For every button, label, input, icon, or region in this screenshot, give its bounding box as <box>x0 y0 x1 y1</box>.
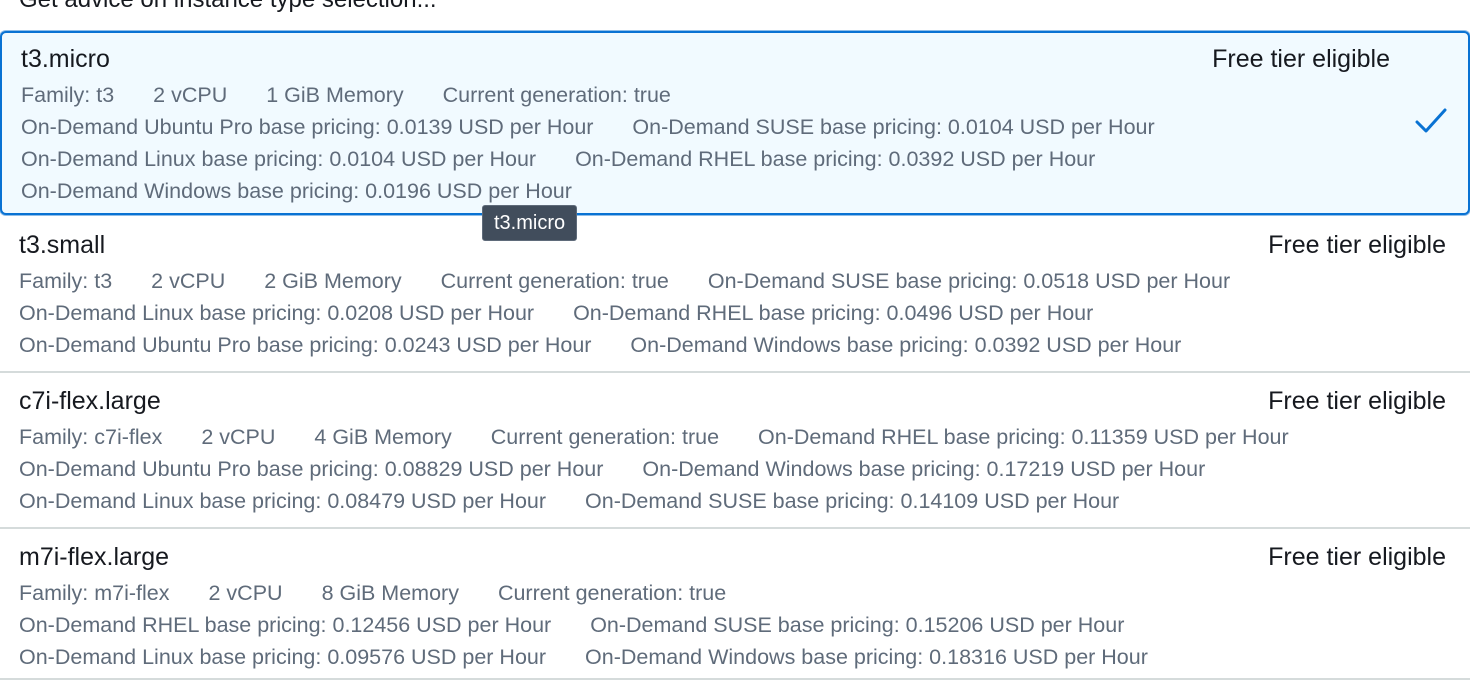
instance-option-tags: On-Demand Linux base pricing: 0.0208 USD… <box>19 301 1093 326</box>
tag-pricing: On-Demand Windows base pricing: 0.18316 … <box>585 645 1148 669</box>
instance-option-tags: On-Demand RHEL base pricing: 0.12456 USD… <box>19 613 1124 638</box>
tag-vcpu: 2 vCPU <box>201 425 276 449</box>
check-icon <box>1415 108 1447 133</box>
instance-option-t3-micro[interactable]: t3.micro Free tier eligible Family: t3 2… <box>0 31 1470 215</box>
tag-pricing: On-Demand SUSE base pricing: 0.0104 USD … <box>632 115 1155 139</box>
tag-pricing: On-Demand Linux base pricing: 0.09576 US… <box>19 645 547 669</box>
instance-option-tags: On-Demand Linux base pricing: 0.08479 US… <box>19 489 1119 514</box>
tag-pricing: On-Demand Windows base pricing: 0.0196 U… <box>21 179 572 203</box>
tag-vcpu: 2 vCPU <box>153 83 228 107</box>
instance-option-tags: On-Demand Ubuntu Pro base pricing: 0.013… <box>21 115 1155 140</box>
instance-option-t3-small[interactable]: t3.small Free tier eligible Family: t3 2… <box>0 217 1470 373</box>
tag-pricing: On-Demand Ubuntu Pro base pricing: 0.013… <box>21 115 594 139</box>
tag-memory: 2 GiB Memory <box>264 269 402 293</box>
tag-pricing: On-Demand Windows base pricing: 0.17219 … <box>642 457 1206 481</box>
tag-vcpu: 2 vCPU <box>208 581 283 605</box>
instance-option-name: m7i-flex.large <box>19 543 170 571</box>
tag-generation: Current generation: true <box>440 269 669 293</box>
tag-pricing: On-Demand RHEL base pricing: 0.0392 USD … <box>575 147 1096 171</box>
tag-family: Family: c7i-flex <box>19 425 163 449</box>
tag-pricing: On-Demand Windows base pricing: 0.0392 U… <box>630 333 1182 357</box>
instance-option-tags: On-Demand Linux base pricing: 0.09576 US… <box>19 645 1148 670</box>
tag-pricing: On-Demand Linux base pricing: 0.0208 USD… <box>19 301 535 325</box>
tag-memory: 8 GiB Memory <box>321 581 459 605</box>
instance-option-tags: On-Demand Ubuntu Pro base pricing: 0.088… <box>19 457 1205 482</box>
free-tier-badge: Free tier eligible <box>1268 543 1446 571</box>
instance-option-tags: Family: t3 2 vCPU 2 GiB Memory Current g… <box>19 269 1230 294</box>
tag-pricing: On-Demand Ubuntu Pro base pricing: 0.088… <box>19 457 604 481</box>
instance-option-name: t3.micro <box>21 45 110 73</box>
tag-memory: 1 GiB Memory <box>266 83 404 107</box>
tag-pricing: On-Demand RHEL base pricing: 0.11359 USD… <box>758 425 1289 449</box>
tag-pricing: On-Demand RHEL base pricing: 0.0496 USD … <box>573 301 1094 325</box>
tag-family: Family: t3 <box>21 83 115 107</box>
instance-name-tooltip: t3.micro <box>482 205 578 241</box>
tag-family: Family: m7i-flex <box>19 581 170 605</box>
instance-option-name: t3.small <box>19 231 106 259</box>
instance-option-name: c7i-flex.large <box>19 387 161 415</box>
tag-pricing: On-Demand SUSE base pricing: 0.15206 USD… <box>590 613 1125 637</box>
instance-option-tags: Family: c7i-flex 2 vCPU 4 GiB Memory Cur… <box>19 425 1289 450</box>
tag-generation: Current generation: true <box>490 425 720 449</box>
instance-option-m7i-flex-large[interactable]: m7i-flex.large Free tier eligible Family… <box>0 529 1470 680</box>
instance-type-dropdown-list: Get advice on instance type selection...… <box>0 0 1470 680</box>
tag-vcpu: 2 vCPU <box>151 269 226 293</box>
tag-pricing: On-Demand SUSE base pricing: 0.0518 USD … <box>707 269 1231 293</box>
tag-pricing: On-Demand Linux base pricing: 0.0104 USD… <box>21 147 537 171</box>
free-tier-badge: Free tier eligible <box>1268 231 1446 259</box>
tag-family: Family: t3 <box>19 269 113 293</box>
free-tier-badge: Free tier eligible <box>1268 387 1446 415</box>
instance-option-tags: Family: m7i-flex 2 vCPU 8 GiB Memory Cur… <box>19 581 726 606</box>
tag-generation: Current generation: true <box>497 581 727 605</box>
tag-generation: Current generation: true <box>442 83 671 107</box>
instance-option-tags: On-Demand Ubuntu Pro base pricing: 0.024… <box>19 333 1181 358</box>
tag-pricing: On-Demand SUSE base pricing: 0.14109 USD… <box>585 489 1120 513</box>
tag-pricing: On-Demand Ubuntu Pro base pricing: 0.024… <box>19 333 592 357</box>
instance-advice-link[interactable]: Get advice on instance type selection... <box>19 0 437 14</box>
instance-option-c7i-flex-large[interactable]: c7i-flex.large Free tier eligible Family… <box>0 373 1470 529</box>
instance-option-tags: Family: t3 2 vCPU 1 GiB Memory Current g… <box>21 83 671 108</box>
tag-memory: 4 GiB Memory <box>314 425 452 449</box>
free-tier-badge: Free tier eligible <box>1212 45 1390 73</box>
instance-option-tags: On-Demand Windows base pricing: 0.0196 U… <box>21 179 572 204</box>
tag-pricing: On-Demand RHEL base pricing: 0.12456 USD… <box>19 613 552 637</box>
instance-option-tags: On-Demand Linux base pricing: 0.0104 USD… <box>21 147 1095 172</box>
tag-pricing: On-Demand Linux base pricing: 0.08479 US… <box>19 489 547 513</box>
